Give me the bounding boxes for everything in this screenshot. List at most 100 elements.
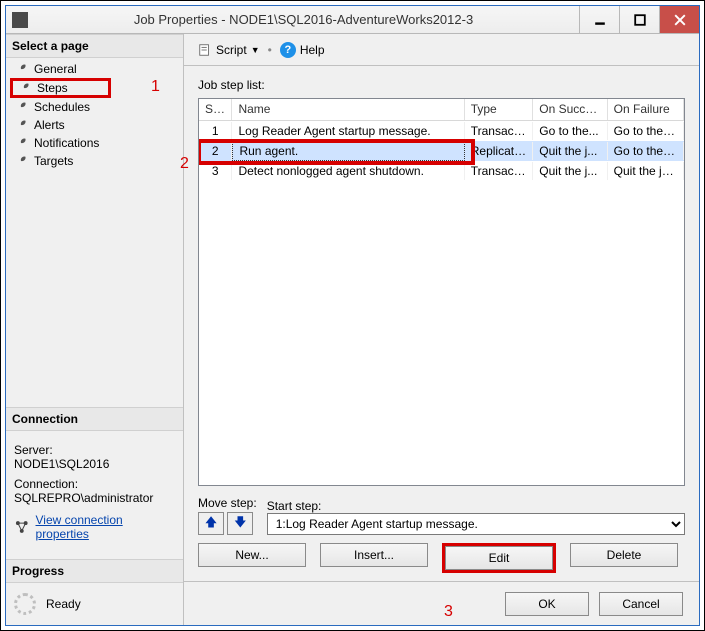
toolbar: Script ▼ • ? Help bbox=[184, 34, 699, 66]
dialog-body: Select a page General Steps Schedules bbox=[6, 34, 699, 625]
cell-on-failure: Go to the n... bbox=[608, 142, 684, 160]
cell-step: 3 bbox=[199, 162, 232, 180]
cell-step: 1 bbox=[199, 122, 232, 140]
progress-body: Ready bbox=[6, 583, 183, 625]
col-on-failure[interactable]: On Failure bbox=[608, 99, 684, 120]
delete-button[interactable]: Delete bbox=[570, 543, 678, 567]
sidebar-spacer bbox=[6, 172, 183, 407]
col-name[interactable]: Name bbox=[232, 99, 464, 120]
bottom-controls: Move step: 🡅 🡇 Start step: 1:Log Reader … bbox=[198, 486, 685, 573]
script-icon bbox=[198, 43, 212, 57]
left-panel: Select a page General Steps Schedules bbox=[6, 34, 184, 625]
connection-header: Connection bbox=[6, 407, 183, 431]
cell-name: Run agent. bbox=[232, 141, 464, 161]
page-label: Targets bbox=[34, 154, 73, 168]
help-icon: ? bbox=[280, 42, 296, 58]
page-label: Schedules bbox=[34, 100, 90, 114]
script-button[interactable]: Script ▼ bbox=[194, 41, 264, 59]
cell-type: Transact-... bbox=[465, 122, 534, 140]
move-step-block: Move step: 🡅 🡇 bbox=[198, 496, 257, 535]
grid-header: St... Name Type On Success On Failure bbox=[199, 99, 684, 121]
wrench-icon bbox=[14, 100, 28, 114]
cell-type: Transact-... bbox=[465, 162, 534, 180]
annotation-1: 1 bbox=[151, 78, 160, 96]
cell-step: 2 bbox=[199, 142, 232, 160]
move-step-label: Move step: bbox=[198, 496, 257, 510]
network-icon bbox=[14, 519, 30, 535]
table-row-selected[interactable]: 2 Run agent. Replicati... Quit the j... … bbox=[199, 141, 684, 161]
wrench-icon bbox=[14, 62, 28, 76]
dialog-footer: OK Cancel bbox=[184, 581, 699, 625]
window-title: Job Properties - NODE1\SQL2016-Adventure… bbox=[28, 12, 579, 27]
app-icon bbox=[12, 12, 28, 28]
annotation-2: 2 bbox=[180, 155, 189, 173]
job-step-grid[interactable]: St... Name Type On Success On Failure 1 … bbox=[198, 98, 685, 486]
maximize-button[interactable] bbox=[619, 6, 659, 33]
select-page-header: Select a page bbox=[6, 34, 183, 58]
cell-name: Log Reader Agent startup message. bbox=[232, 122, 464, 140]
step-buttons-row: New... Insert... Edit Delete bbox=[198, 543, 685, 573]
start-step-label: Start step: bbox=[267, 499, 685, 513]
toolbar-separator: • bbox=[268, 43, 272, 57]
connection-body: Server: NODE1\SQL2016 Connection: SQLREP… bbox=[6, 431, 183, 547]
minimize-button[interactable] bbox=[579, 6, 619, 33]
start-step-select[interactable]: 1:Log Reader Agent startup message. bbox=[267, 513, 685, 535]
help-button[interactable]: ? Help bbox=[276, 40, 329, 60]
new-button[interactable]: New... bbox=[198, 543, 306, 567]
grid-body: 1 Log Reader Agent startup message. Tran… bbox=[199, 121, 684, 485]
page-item-targets[interactable]: Targets bbox=[6, 152, 183, 170]
progress-header: Progress bbox=[6, 559, 183, 583]
cell-on-failure: Go to the n... bbox=[608, 122, 684, 140]
server-label: Server: bbox=[14, 443, 175, 457]
page-item-notifications[interactable]: Notifications bbox=[6, 134, 183, 152]
view-connection-properties-link[interactable]: View connection properties bbox=[36, 513, 175, 541]
cell-name: Detect nonlogged agent shutdown. bbox=[232, 162, 464, 180]
content-area: Job step list: St... Name Type On Succes… bbox=[184, 66, 699, 581]
col-step[interactable]: St... bbox=[199, 99, 232, 120]
move-up-button[interactable]: 🡅 bbox=[198, 512, 224, 535]
dialog-window: Job Properties - NODE1\SQL2016-Adventure… bbox=[5, 5, 700, 626]
page-item-alerts[interactable]: Alerts bbox=[6, 116, 183, 134]
edit-button[interactable]: Edit bbox=[445, 546, 553, 570]
table-row[interactable]: 1 Log Reader Agent startup message. Tran… bbox=[199, 121, 684, 141]
page-item-schedules[interactable]: Schedules bbox=[6, 98, 183, 116]
script-label: Script bbox=[216, 43, 247, 57]
table-row[interactable]: 3 Detect nonlogged agent shutdown. Trans… bbox=[199, 161, 684, 181]
page-item-steps[interactable]: Steps bbox=[37, 81, 68, 95]
page-label: Notifications bbox=[34, 136, 99, 150]
ok-button[interactable]: OK bbox=[505, 592, 589, 616]
page-item-general[interactable]: General bbox=[6, 60, 183, 78]
cancel-button[interactable]: Cancel bbox=[599, 592, 683, 616]
cell-on-failure: Quit the job... bbox=[608, 162, 684, 180]
wrench-icon bbox=[14, 118, 28, 132]
cell-on-success: Go to the... bbox=[533, 122, 607, 140]
chevron-down-icon: ▼ bbox=[251, 45, 260, 55]
job-step-list-caption: Job step list: bbox=[198, 78, 685, 92]
page-label: Alerts bbox=[34, 118, 65, 132]
col-on-success[interactable]: On Success bbox=[533, 99, 607, 120]
annotation-3: 3 bbox=[444, 603, 453, 621]
screenshot-frame: Job Properties - NODE1\SQL2016-Adventure… bbox=[0, 0, 705, 631]
col-type[interactable]: Type bbox=[465, 99, 534, 120]
start-step-block: Start step: 1:Log Reader Agent startup m… bbox=[267, 499, 685, 535]
progress-spinner-icon bbox=[14, 593, 36, 615]
connection-value: SQLREPRO\administrator bbox=[14, 491, 175, 505]
titlebar[interactable]: Job Properties - NODE1\SQL2016-Adventure… bbox=[6, 6, 699, 34]
cell-type: Replicati... bbox=[465, 142, 534, 160]
highlight-steps: Steps bbox=[10, 78, 111, 98]
wrench-icon bbox=[14, 154, 28, 168]
page-list: General Steps Schedules Alerts bbox=[6, 58, 183, 172]
window-controls bbox=[579, 6, 699, 33]
cell-on-success: Quit the j... bbox=[533, 142, 607, 160]
connection-label: Connection: bbox=[14, 477, 175, 491]
close-button[interactable] bbox=[659, 6, 699, 33]
highlight-edit: Edit bbox=[442, 543, 556, 573]
help-label: Help bbox=[300, 43, 325, 57]
right-panel: Script ▼ • ? Help Job step list: St... N… bbox=[184, 34, 699, 625]
page-label: General bbox=[34, 62, 77, 76]
progress-status: Ready bbox=[46, 597, 81, 611]
server-value: NODE1\SQL2016 bbox=[14, 457, 175, 471]
move-down-button[interactable]: 🡇 bbox=[227, 512, 253, 535]
insert-button[interactable]: Insert... bbox=[320, 543, 428, 567]
cell-on-success: Quit the j... bbox=[533, 162, 607, 180]
